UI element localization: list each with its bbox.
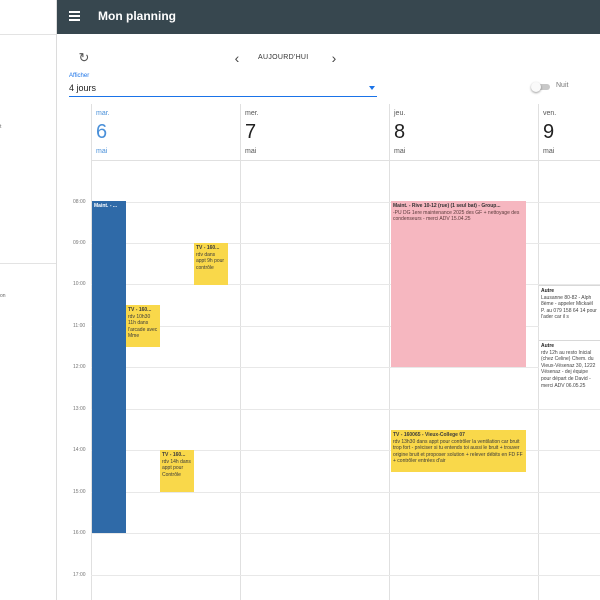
day-month: mai bbox=[543, 148, 555, 155]
day-of-week: jeu. bbox=[394, 110, 406, 117]
time-label: 13:00 bbox=[73, 406, 86, 412]
calendar-event[interactable]: TV - 160... rdv dans appt 9h pour contrô… bbox=[194, 243, 228, 285]
event-title: Maint. - ... bbox=[94, 203, 118, 209]
event-title: TV - 160... bbox=[162, 452, 186, 458]
event-title: Autre bbox=[541, 288, 555, 294]
event-title: Maint. - Rive 10-12 (rue) (1 seul bat) -… bbox=[393, 203, 501, 209]
app-bar: Mon planning bbox=[57, 0, 600, 34]
calendar-toolbar: ↻ ‹ AUJOURD'HUI › Afficher 4 jours Nuit bbox=[57, 34, 600, 104]
day-number: 9 bbox=[543, 121, 555, 143]
chevron-right-icon[interactable]: › bbox=[327, 50, 341, 66]
night-toggle-label: Nuit bbox=[556, 82, 569, 89]
day-month: mai bbox=[245, 148, 257, 155]
drawer-text-fragment: on bbox=[0, 293, 6, 299]
event-text: rdv 12h au resto Inicial (chez Celine) C… bbox=[541, 349, 596, 389]
calendar-event[interactable]: TV - 160... rdv 10h30 11h dans l'arcade … bbox=[126, 305, 160, 347]
day-month: mai bbox=[394, 148, 406, 155]
refresh-icon[interactable]: ↻ bbox=[77, 51, 91, 65]
calendar-event[interactable]: TV - 160065 - Vieux-College 07 rdv 13h30… bbox=[391, 430, 526, 472]
hamburger-menu-icon[interactable] bbox=[69, 10, 81, 22]
event-text: rdv 14h dans appt pour Contrôle bbox=[162, 458, 191, 478]
today-button[interactable]: AUJOURD'HUI bbox=[258, 54, 309, 61]
chevron-left-icon[interactable]: ‹ bbox=[230, 50, 244, 66]
event-text: rdv 13h30 dans appt pour contrôler la ve… bbox=[393, 438, 523, 465]
day-number: 6 bbox=[96, 121, 108, 143]
calendar-event[interactable]: Autre rdv 12h au resto Inicial (chez Cel… bbox=[539, 340, 600, 398]
drawer-divider bbox=[0, 263, 56, 264]
drawer-text-fragment: t bbox=[0, 124, 2, 130]
day-month: mai bbox=[96, 148, 108, 155]
event-text: rdv 10h30 11h dans l'arcade avec Mme bbox=[128, 313, 158, 340]
calendar-event[interactable]: Maint. - Rive 10-12 (rue) (1 seul bat) -… bbox=[391, 201, 526, 367]
day-number: 8 bbox=[394, 121, 406, 143]
time-label: 08:00 bbox=[73, 199, 86, 205]
view-select-value: 4 jours bbox=[69, 83, 97, 93]
time-label: 11:00 bbox=[73, 323, 86, 329]
time-label: 15:00 bbox=[73, 489, 86, 495]
calendar-event[interactable]: Maint. - ... bbox=[92, 201, 126, 533]
time-label: 10:00 bbox=[73, 281, 86, 287]
time-label: 16:00 bbox=[73, 530, 86, 536]
event-text: rdv dans appt 9h pour contrôle bbox=[196, 251, 225, 271]
navigation-drawer: t on bbox=[0, 0, 57, 600]
page-title: Mon planning bbox=[98, 9, 176, 23]
event-title: TV - 160... bbox=[128, 307, 152, 313]
calendar-event[interactable]: TV - 160... rdv 14h dans appt pour Contr… bbox=[160, 450, 194, 492]
time-label: 12:00 bbox=[73, 364, 86, 370]
calendar-event[interactable]: Autre Lausanne 80-82 - Alph 8ème - appel… bbox=[539, 285, 600, 333]
view-select-label: Afficher bbox=[69, 73, 90, 79]
calendar-grid: mar. 6 mai mer. 7 mai jeu. 8 mai ven. 9 … bbox=[57, 104, 600, 600]
day-of-week: ven. bbox=[543, 110, 557, 117]
day-of-week: mer. bbox=[245, 110, 259, 117]
event-text: -PU DG 1ere maintenance 2025 des GF + ne… bbox=[393, 209, 520, 223]
night-toggle[interactable] bbox=[531, 82, 551, 92]
event-title: Autre bbox=[541, 343, 555, 349]
day-number: 7 bbox=[245, 121, 257, 143]
event-title: TV - 160... bbox=[196, 245, 220, 251]
event-text: Lausanne 80-82 - Alph 8ème - appeler Mic… bbox=[541, 294, 597, 321]
time-label: 17:00 bbox=[73, 572, 86, 578]
dropdown-arrow-icon bbox=[369, 86, 375, 90]
view-select[interactable]: 4 jours bbox=[69, 82, 377, 97]
drawer-divider bbox=[0, 34, 56, 35]
day-of-week: mar. bbox=[96, 110, 110, 117]
time-label: 09:00 bbox=[73, 240, 86, 246]
time-label: 14:00 bbox=[73, 447, 86, 453]
event-title: TV - 160065 - Vieux-College 07 bbox=[393, 432, 465, 438]
